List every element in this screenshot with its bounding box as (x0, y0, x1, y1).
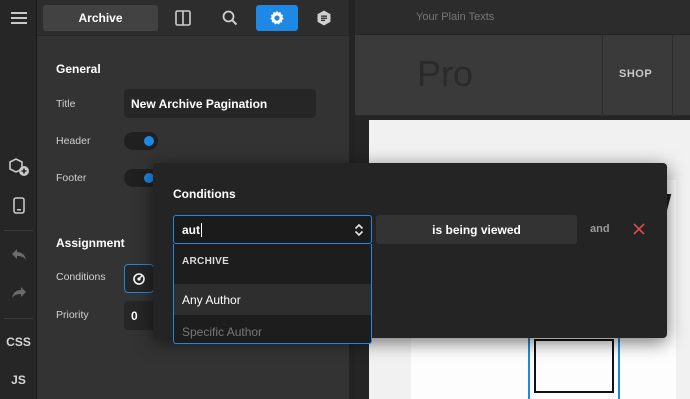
priority-label: Priority (56, 309, 89, 321)
preview-image-frame (534, 339, 614, 393)
condition-search-input[interactable]: aut (173, 215, 372, 244)
conditions-button[interactable] (124, 264, 154, 293)
header-label: Header (56, 135, 91, 147)
preview-site-header: Pro SHOP (355, 34, 690, 117)
option-specific-author[interactable]: Specific Author (174, 316, 371, 347)
option-any-author[interactable]: Any Author (174, 284, 371, 315)
header-divider (602, 35, 603, 117)
footer-label: Footer (56, 172, 87, 184)
templates-icon[interactable] (303, 5, 345, 31)
site-logo: Pro (417, 53, 474, 94)
and-connector[interactable]: and (590, 223, 610, 235)
menu-icon[interactable] (0, 6, 37, 30)
priority-input[interactable]: 0 (124, 301, 154, 330)
search-value: aut (182, 222, 200, 237)
dropdown-group-label: ARCHIVE (182, 256, 230, 267)
condition-operator-select[interactable]: is being viewed (376, 215, 577, 244)
search-icon[interactable] (209, 5, 251, 31)
tab-archive[interactable]: Archive (43, 5, 158, 31)
css-button[interactable]: CSS (0, 333, 37, 351)
js-button[interactable]: JS (0, 371, 37, 389)
redo-icon[interactable] (0, 281, 37, 303)
gear-icon[interactable] (256, 5, 298, 31)
conditions-popup: Conditions aut ARCHIVE Any Author Specif… (153, 163, 667, 344)
rail-divider (4, 230, 33, 231)
add-element-icon[interactable] (0, 154, 37, 180)
undo-icon[interactable] (0, 243, 37, 265)
popup-title: Conditions (173, 187, 236, 201)
conditions-icon (133, 272, 145, 285)
header-toggle[interactable] (124, 132, 158, 150)
close-icon[interactable] (630, 220, 648, 238)
icon-rail: CSS JS (0, 0, 37, 399)
layout-panel-icon[interactable] (162, 5, 204, 31)
toggle-knob (144, 136, 154, 146)
title-label: Title (56, 98, 76, 110)
panel-tabs: Archive (37, 0, 349, 36)
general-section-title: General (56, 62, 101, 76)
shop-nav-link[interactable]: SHOP (619, 68, 652, 80)
preview-top-bar: Your Plain Texts (355, 0, 690, 34)
title-input[interactable]: New Archive Pagination (124, 89, 316, 118)
text-caret (201, 222, 202, 237)
header-divider (672, 35, 673, 117)
chevron-up-down-icon[interactable] (354, 223, 364, 240)
assignment-section-title: Assignment (56, 236, 125, 250)
conditions-label: Conditions (56, 271, 106, 283)
condition-dropdown: ARCHIVE Any Author Specific Author (173, 244, 372, 344)
rail-divider (4, 318, 33, 319)
mobile-preview-icon[interactable] (0, 193, 37, 217)
